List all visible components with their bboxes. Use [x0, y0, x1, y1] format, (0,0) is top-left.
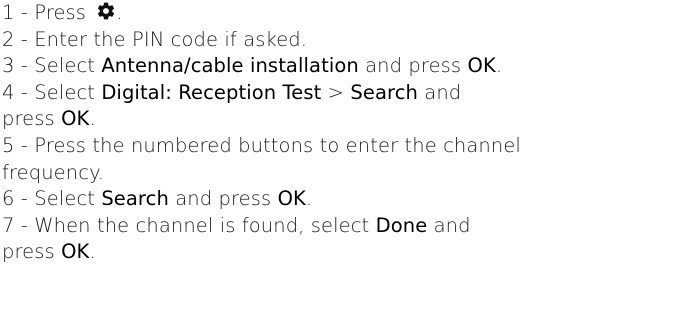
- step-number: 4 -: [2, 80, 35, 104]
- menu-item-name: Antenna/cable installation: [101, 54, 359, 78]
- step-number: 3 -: [2, 54, 35, 78]
- step-5-line: 5 - Press the numbered buttons to enter …: [2, 133, 687, 160]
- step-text: Enter the PIN code if asked.: [34, 27, 308, 51]
- step-text: .: [89, 107, 96, 131]
- menu-item-name: Search: [350, 80, 418, 104]
- step-number: 6 -: [2, 187, 35, 211]
- step-text: .: [89, 240, 96, 264]
- menu-item-name: Search: [101, 187, 169, 211]
- step-text: and press: [168, 187, 278, 211]
- step-number: 7 -: [2, 213, 35, 237]
- step-text: Select: [34, 54, 102, 78]
- step-text: frequency.: [2, 160, 105, 184]
- step-number: 5 -: [2, 133, 35, 157]
- menu-item-name: Done: [375, 213, 428, 237]
- step-7-continuation: press OK.: [2, 239, 687, 266]
- step-4-line: 4 - Select Digital: Reception Test > Sea…: [2, 80, 687, 107]
- step-text: press: [2, 107, 62, 131]
- step-text: press: [2, 240, 62, 264]
- step-7-line: 7 - When the channel is found, select Do…: [2, 213, 687, 240]
- step-4-continuation: press OK.: [2, 106, 687, 133]
- step-text: .: [305, 187, 313, 211]
- step-5-continuation: frequency.: [2, 160, 687, 187]
- step-text-suffix: .: [116, 1, 123, 24]
- step-1-line: 1 - Press .: [2, 0, 687, 27]
- step-text: and: [427, 213, 471, 237]
- step-text: Press the numbered buttons to enter the …: [34, 133, 521, 157]
- step-2-line: 2 - Enter the PIN code if asked.: [2, 27, 687, 54]
- ok-key-label: OK: [61, 240, 90, 264]
- step-6-line: 6 - Select Search and press OK.: [2, 186, 687, 213]
- step-number: 1 -: [2, 1, 35, 24]
- step-text: >: [321, 80, 351, 104]
- step-text: When the channel is found, select: [34, 213, 376, 237]
- ok-key-label: OK: [467, 54, 496, 78]
- gear-icon: [96, 1, 116, 21]
- step-text: Press: [34, 1, 93, 24]
- ok-key-label: OK: [61, 107, 90, 131]
- step-text: .: [495, 54, 503, 78]
- menu-item-name: Digital: Reception Test: [101, 80, 322, 104]
- ok-key-label: OK: [277, 187, 306, 211]
- step-text: Select: [34, 80, 102, 104]
- step-3-line: 3 - Select Antenna/cable installation an…: [2, 53, 687, 80]
- step-number: 2 -: [2, 27, 35, 51]
- step-text: and press: [358, 54, 468, 78]
- step-text: and: [417, 80, 462, 104]
- instruction-steps: 1 - Press . 2 - Enter the PIN code if as…: [0, 0, 687, 266]
- step-text: Select: [34, 187, 102, 211]
